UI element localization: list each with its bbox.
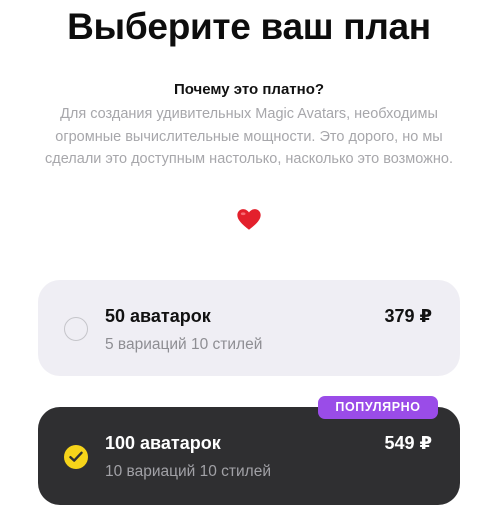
page-title: Выберите ваш план [67, 6, 431, 47]
why-paid-description: Для создания удивительных Magic Avatars,… [45, 106, 453, 167]
plan-price: 549 ₽ [384, 433, 432, 453]
heart-icon [237, 209, 261, 230]
plan-option-50[interactable]: 50 аватарок 5 вариаций 10 стилей 379 ₽ [38, 280, 460, 376]
popular-badge: ПОПУЛЯРНО [318, 396, 438, 419]
plan-name: 100 аватарок [105, 433, 221, 453]
plan-option-100[interactable]: 100 аватарок 10 вариаций 10 стилей 549 ₽ [38, 407, 460, 505]
why-paid-heading: Почему это платно? [173, 81, 325, 98]
plan-details: 10 вариаций 10 стилей [105, 463, 272, 480]
radio-checked-icon[interactable] [64, 445, 88, 469]
plan-price: 379 ₽ [384, 306, 432, 326]
radio-unselected-icon[interactable] [64, 317, 88, 341]
plan-name: 50 аватарок [105, 306, 211, 326]
plan-details: 5 вариаций 10 стилей [105, 336, 263, 353]
